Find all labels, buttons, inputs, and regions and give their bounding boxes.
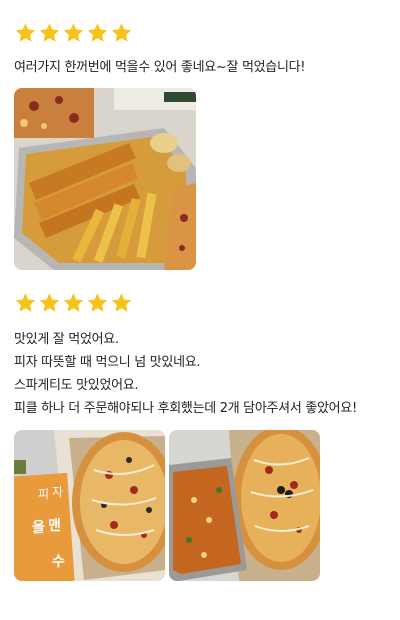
star-icon <box>38 22 61 44</box>
review-text-line: 피클 하나 더 주문해야되나 후회했는데 2개 담아주셔서 좋았어요! <box>14 401 357 416</box>
sign-text: 피 <box>38 487 49 501</box>
review-card: 여러가지 한꺼번에 먹을수 있어 좋네요~잘 먹었습니다! <box>14 22 386 79</box>
sign-text: 수 <box>52 554 65 570</box>
star-icon <box>62 292 85 314</box>
star-icon <box>86 292 109 314</box>
star-icon <box>14 22 37 44</box>
sign-text: 자 <box>52 485 63 499</box>
food-photo-pizza-spaghetti <box>169 430 320 581</box>
star-rating <box>14 22 386 44</box>
star-icon <box>86 22 109 44</box>
food-photo-pizza-box: 피 자 올 맨 수 <box>14 430 165 581</box>
star-icon <box>110 22 133 44</box>
star-rating <box>14 292 386 314</box>
review-text-line: 여러가지 한꺼번에 먹을수 있어 좋네요~잘 먹었습니다! <box>14 60 306 75</box>
review-photo[interactable] <box>169 430 320 581</box>
sign-text: 올 <box>32 519 45 536</box>
star-icon <box>110 292 133 314</box>
review-text: 여러가지 한꺼번에 먹을수 있어 좋네요~잘 먹었습니다! <box>14 56 386 79</box>
sign-text: 맨 <box>48 518 61 534</box>
review-photo[interactable] <box>14 88 196 270</box>
star-icon <box>62 22 85 44</box>
star-icon <box>38 292 61 314</box>
food-photo-chicken-tenders-fries-pizza <box>14 88 196 270</box>
review-card: 맛있게 잘 먹었어요. 피자 따뜻할 때 먹으니 넘 맛있네요. 스파게티도 맛… <box>14 292 386 420</box>
review-text-line: 맛있게 잘 먹었어요. <box>14 332 119 347</box>
star-icon <box>14 292 37 314</box>
review-text-line: 스파게티도 맛있었어요. <box>14 378 139 393</box>
review-text: 맛있게 잘 먹었어요. 피자 따뜻할 때 먹으니 넘 맛있네요. 스파게티도 맛… <box>14 328 386 420</box>
review-text-line: 피자 따뜻할 때 먹으니 넘 맛있네요. <box>14 355 201 370</box>
review-photo[interactable]: 피 자 올 맨 수 <box>14 430 165 581</box>
